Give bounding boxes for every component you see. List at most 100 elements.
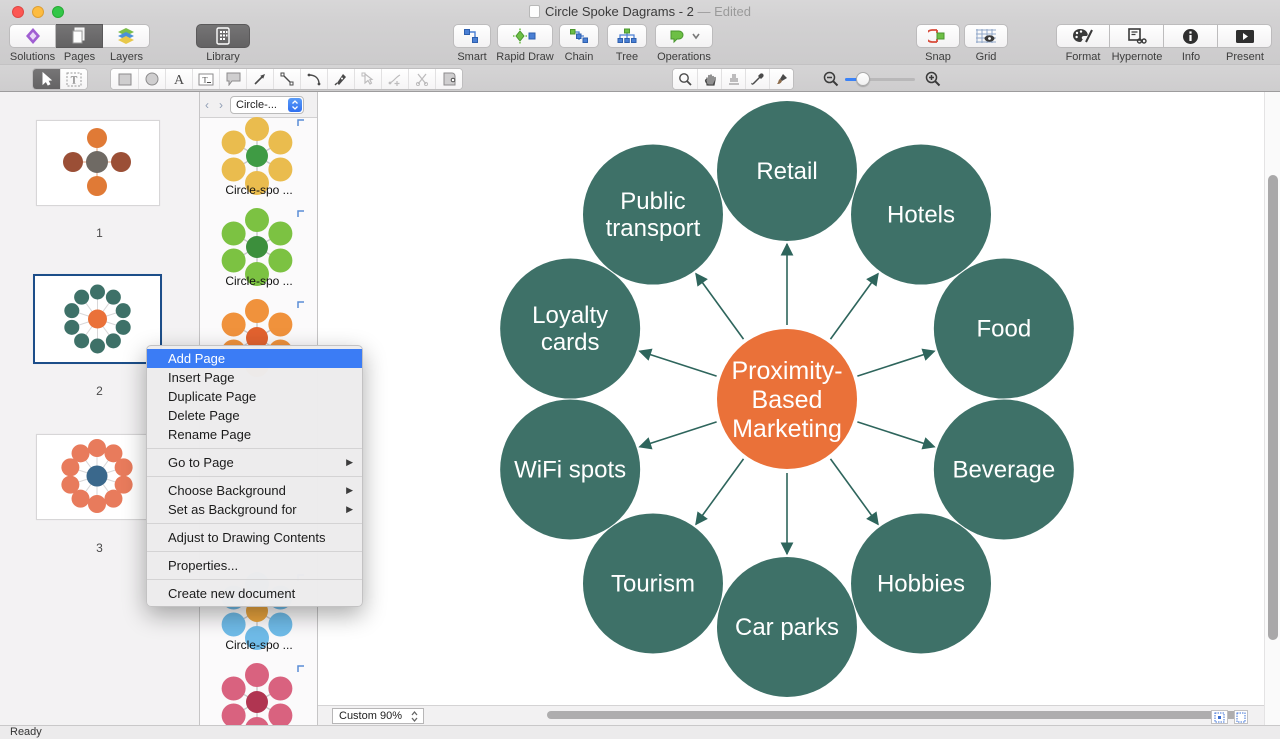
present-button[interactable] <box>1218 24 1272 48</box>
layers-button[interactable] <box>103 24 150 48</box>
zoom-level-select[interactable]: Custom 90% <box>332 708 424 724</box>
arrow-tool-button[interactable] <box>246 69 273 89</box>
solutions-button[interactable] <box>9 24 56 48</box>
menu-item-delete-page[interactable]: Delete Page <box>147 406 362 425</box>
smart-button[interactable] <box>453 24 491 48</box>
svg-text:Public: Public <box>620 188 685 215</box>
pages-label: Pages <box>56 51 103 63</box>
page-thumbnail-1[interactable] <box>36 120 160 206</box>
diagram-node-hobbies[interactable]: Hobbies <box>851 513 991 653</box>
zoom-slider-thumb[interactable] <box>856 72 870 86</box>
pan-navigator-icon <box>1214 712 1225 723</box>
insert-shape-icon <box>298 302 304 308</box>
menu-item-duplicate-page[interactable]: Duplicate Page <box>147 387 362 406</box>
library-forward-button[interactable]: › <box>214 97 228 113</box>
operations-label: Operations <box>657 51 711 63</box>
zoom-out-button[interactable] <box>823 71 839 87</box>
shape-edit-tool-button[interactable] <box>435 69 462 89</box>
line-tool-button[interactable] <box>273 69 300 89</box>
zoom-tool-button[interactable] <box>673 69 697 89</box>
grid-button[interactable] <box>964 24 1008 48</box>
submenu-arrow-icon: ▶ <box>346 500 353 519</box>
hypernote-label: Hypernote <box>1110 51 1164 63</box>
callout-tool-button[interactable] <box>219 69 246 89</box>
horizontal-scrollbar-thumb[interactable] <box>547 711 1245 719</box>
vertical-scrollbar[interactable] <box>1264 92 1280 725</box>
diagram-node-loyalty-cards[interactable]: Loyaltycards <box>500 259 640 399</box>
curve-tool-button[interactable] <box>300 69 327 89</box>
status-bar: Ready <box>0 725 1280 739</box>
menu-item-insert-page[interactable]: Insert Page <box>147 368 362 387</box>
navigator-button[interactable] <box>1211 710 1228 724</box>
diagram-node-tourism[interactable]: Tourism <box>583 513 723 653</box>
svg-text:transport: transport <box>606 215 701 242</box>
menu-item-add-page[interactable]: Add Page <box>147 349 362 368</box>
menu-item-choose-background[interactable]: Choose Background▶ <box>147 481 362 500</box>
library-button[interactable] <box>196 24 250 48</box>
hypernote-icon <box>1126 28 1148 44</box>
zoom-in-button[interactable] <box>925 71 941 87</box>
operations-button[interactable] <box>655 24 713 48</box>
stamp-icon <box>727 72 741 86</box>
rectangle-tool-button[interactable] <box>111 69 138 89</box>
hypernote-button[interactable] <box>1110 24 1164 48</box>
format-brush-tool-button[interactable] <box>769 69 793 89</box>
menu-separator <box>147 523 362 524</box>
info-icon <box>1182 28 1199 45</box>
layers-label: Layers <box>103 51 150 63</box>
tree-button[interactable] <box>607 24 647 48</box>
split-tool-button[interactable] <box>408 69 435 89</box>
text-box-tool-button[interactable]: T <box>192 69 219 89</box>
eyedropper-tool-button[interactable] <box>745 69 769 89</box>
magnifier-icon <box>678 72 692 86</box>
page-thumbnail-2[interactable] <box>33 274 162 364</box>
text-select-tool-button[interactable]: T <box>60 69 87 89</box>
menu-item-go-to-page[interactable]: Go to Page▶ <box>147 453 362 472</box>
menu-item-label: Set as Background for <box>168 502 297 517</box>
format-label: Format <box>1056 51 1110 63</box>
rapid-draw-button[interactable] <box>497 24 553 48</box>
menu-item-rename-page[interactable]: Rename Page <box>147 425 362 444</box>
library-shape-circle-spoke[interactable] <box>200 660 318 725</box>
page-thumbnail-3[interactable] <box>36 434 160 520</box>
format-button[interactable] <box>1056 24 1110 48</box>
menu-item-create-new-document[interactable]: Create new document <box>147 584 362 603</box>
diagram-node-wifi-spots[interactable]: WiFi spots <box>500 399 640 539</box>
snap-button[interactable] <box>916 24 960 48</box>
menu-item-label: Go to Page <box>168 455 234 470</box>
info-button[interactable] <box>1164 24 1218 48</box>
diagram-node-center[interactable]: Proximity-BasedMarketing <box>717 329 857 469</box>
menu-item-properties[interactable]: Properties... <box>147 556 362 575</box>
node-select-icon <box>361 72 375 86</box>
diagram-node-car-parks[interactable]: Car parks <box>717 557 857 697</box>
ellipse-tool-button[interactable] <box>138 69 165 89</box>
stamp-tool-button[interactable] <box>721 69 745 89</box>
diagram-node-beverage[interactable]: Beverage <box>934 399 1074 539</box>
pen-tool-button[interactable] <box>327 69 354 89</box>
menu-item-adjust-to-drawing-contents[interactable]: Adjust to Drawing Contents <box>147 528 362 547</box>
diagram-node-hotels[interactable]: Hotels <box>851 145 991 285</box>
node-select-tool-button[interactable] <box>354 69 381 89</box>
library-item-label: Circle-spo ... <box>200 183 318 197</box>
library-selector-value: Circle-... <box>236 99 277 111</box>
library-selector[interactable]: Circle-... <box>230 96 304 114</box>
select-tool-button[interactable] <box>33 69 60 89</box>
text-tool-button[interactable]: A <box>165 69 192 89</box>
page-overview-button[interactable] <box>1234 710 1248 724</box>
menu-separator <box>147 448 362 449</box>
chain-button[interactable] <box>559 24 599 48</box>
svg-text:Proximity-: Proximity- <box>731 357 842 385</box>
callout-icon <box>226 72 241 86</box>
svg-text:Hobbies: Hobbies <box>877 570 965 597</box>
pages-button[interactable] <box>56 24 103 48</box>
diagram-node-public-transport[interactable]: Publictransport <box>583 145 723 285</box>
svg-text:Car parks: Car parks <box>735 614 839 641</box>
library-back-button[interactable]: ‹ <box>200 97 214 113</box>
drawing-canvas[interactable]: RetailHotelsFoodBeverage Hobbies Car parks… <box>318 92 1264 705</box>
menu-item-set-as-background-for[interactable]: Set as Background for ▶ <box>147 500 362 519</box>
vertical-scrollbar-thumb[interactable] <box>1268 175 1278 640</box>
pan-tool-button[interactable] <box>697 69 721 89</box>
diagram-node-retail[interactable]: Retail <box>717 101 857 241</box>
diagram-node-food[interactable]: Food <box>934 259 1074 399</box>
add-point-tool-button[interactable] <box>381 69 408 89</box>
